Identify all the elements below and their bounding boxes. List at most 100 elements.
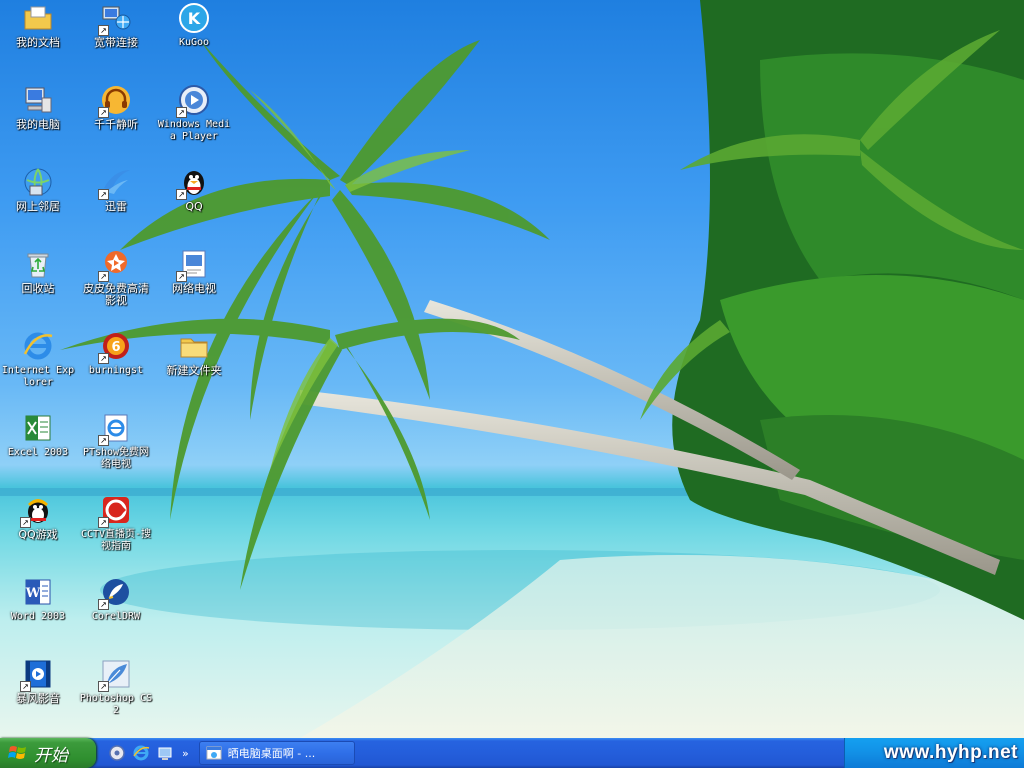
internet-explorer-icon[interactable] xyxy=(132,744,150,762)
desktop-icon-wmp[interactable]: ↗ Windows Media Player xyxy=(156,82,232,162)
folder-documents-icon xyxy=(22,2,54,34)
desktop-icon-ptshow[interactable]: ↗ PTshow免费网络电视 xyxy=(78,410,154,490)
desktop-icon-label: 皮皮免费高清影视 xyxy=(83,282,149,307)
windows-flag-icon xyxy=(8,746,26,759)
headphones-icon: ↗ xyxy=(98,84,132,118)
desktop-icon-label: Word 2003 xyxy=(10,611,66,622)
desktop-icon-net-tv[interactable]: ↗ 网络电视 xyxy=(156,246,232,326)
taskbar-window-title: 晒电脑桌面啊 - ... xyxy=(227,747,316,760)
shortcut-arrow-icon: ↗ xyxy=(98,435,109,446)
desktop-icon-label: Windows Media Player xyxy=(157,119,231,142)
desktop-icon-label: burningst xyxy=(88,365,144,376)
site-watermark: www.hyhp.net xyxy=(883,742,1018,763)
desktop-icon-photoshop[interactable]: ↗ Photoshop CS2 xyxy=(78,656,154,736)
shortcut-arrow-icon: ↗ xyxy=(98,189,109,200)
baofeng-icon: ↗ xyxy=(20,658,54,692)
desktop-icon-burning[interactable]: 6 ↗ burningst xyxy=(78,328,154,408)
internet-explorer-icon xyxy=(22,330,54,362)
desktop-icon-network-places[interactable]: 网上邻居 xyxy=(0,164,76,244)
desktop-icon-label: QQ游戏 xyxy=(18,528,58,541)
desktop-icon-cctv[interactable]: ↗ CCTV直播页-搜视指南 xyxy=(78,492,154,572)
desktop-icon-new-folder[interactable]: 新建文件夹 xyxy=(156,328,232,408)
desktop[interactable]: 我的文档 ↗ 宽带连接 K KuGoo 我的电脑 ↗ 千千静听 ↗ Windows Media P… xyxy=(0,0,1024,738)
desktop-icon-word[interactable]: W Word 2003 xyxy=(0,574,76,654)
shortcut-arrow-icon: ↗ xyxy=(98,107,109,118)
browser-window-icon xyxy=(206,746,222,760)
desktop-icon-broadband[interactable]: ↗ 宽带连接 xyxy=(78,0,154,80)
desktop-icon-label: Excel 2003 xyxy=(7,447,69,458)
shortcut-arrow-icon: ↗ xyxy=(176,107,187,118)
desktop-icon-label: 新建文件夹 xyxy=(166,364,222,377)
desktop-icon-label: 迅雷 xyxy=(105,200,127,213)
media-player-icon: ↗ xyxy=(176,84,210,118)
word-icon: W xyxy=(22,576,54,608)
shortcut-arrow-icon: ↗ xyxy=(98,681,109,692)
network-places-icon xyxy=(22,166,54,198)
desktop-icon-label: 我的电脑 xyxy=(16,118,60,131)
qq-game-icon: ↗ xyxy=(20,494,54,528)
coreldraw-icon: ↗ xyxy=(98,576,132,610)
show-desktop-icon[interactable] xyxy=(156,744,174,762)
desktop-icon-coreldraw[interactable]: ↗ CorelDRW xyxy=(78,574,154,654)
shortcut-arrow-icon: ↗ xyxy=(98,25,109,36)
pipi-video-icon: ↗ xyxy=(98,248,132,282)
quick-launch: » xyxy=(108,744,189,762)
desktop-icon-label: CCTV直播页-搜视指南 xyxy=(80,529,152,552)
desktop-icon-label: 回收站 xyxy=(21,282,55,295)
svg-text:6: 6 xyxy=(111,340,120,355)
shortcut-arrow-icon: ↗ xyxy=(98,517,109,528)
media-icon[interactable] xyxy=(108,744,126,762)
ptshow-icon: ↗ xyxy=(98,412,132,446)
burning-icon: 6 ↗ xyxy=(98,330,132,364)
shortcut-arrow-icon: ↗ xyxy=(98,353,109,364)
recycle-bin-icon xyxy=(22,248,54,280)
desktop-icon-xunlei[interactable]: ↗ 迅雷 xyxy=(78,164,154,244)
desktop-icon-recycle-bin[interactable]: 回收站 xyxy=(0,246,76,326)
desktop-icon-my-documents[interactable]: 我的文档 xyxy=(0,0,76,80)
desktop-icon-excel[interactable]: Excel 2003 xyxy=(0,410,76,490)
shortcut-arrow-icon: ↗ xyxy=(20,681,31,692)
desktop-icon-label: QQ xyxy=(185,200,203,213)
shortcut-arrow-icon: ↗ xyxy=(98,271,109,282)
desktop-icon-qq[interactable]: ↗ QQ xyxy=(156,164,232,244)
quick-launch-more-button[interactable]: » xyxy=(182,747,189,760)
cctv-icon: ↗ xyxy=(98,494,132,528)
desktop-icon-my-computer[interactable]: 我的电脑 xyxy=(0,82,76,162)
desktop-icon-kugoo[interactable]: K KuGoo xyxy=(156,0,232,80)
desktop-icon-label: PTshow免费网络电视 xyxy=(82,447,150,470)
svg-text:W: W xyxy=(25,586,41,601)
shortcut-arrow-icon: ↗ xyxy=(176,271,187,282)
desktop-icon-qq-game[interactable]: ↗ QQ游戏 xyxy=(0,492,76,572)
network-connection-icon: ↗ xyxy=(98,2,132,36)
shortcut-arrow-icon: ↗ xyxy=(20,517,31,528)
desktop-icon-label: 宽带连接 xyxy=(94,36,138,49)
kugoo-icon: K xyxy=(178,2,210,34)
desktop-icon-ie[interactable]: Internet Explorer xyxy=(0,328,76,408)
desktop-icon-label: 网上邻居 xyxy=(16,200,60,213)
start-label: 开始 xyxy=(34,745,68,765)
tv-icon: ↗ xyxy=(176,248,210,282)
shortcut-arrow-icon: ↗ xyxy=(176,189,187,200)
desktop-icon-label: 千千静听 xyxy=(94,118,138,131)
desktop-icon-label: 我的文档 xyxy=(16,36,60,49)
shortcut-arrow-icon: ↗ xyxy=(98,599,109,610)
qq-penguin-icon: ↗ xyxy=(176,166,210,200)
desktop-icon-label: 网络电视 xyxy=(172,282,216,295)
desktop-icon-baofeng[interactable]: ↗ 暴风影音 xyxy=(0,656,76,736)
desktop-icon-label: Internet Explorer xyxy=(1,365,75,388)
taskbar: 开始 » 晒电脑桌面啊 - ... xyxy=(0,738,1024,768)
desktop-icon-pipi[interactable]: ↗ 皮皮免费高清影视 xyxy=(78,246,154,326)
photoshop-feather-icon: ↗ xyxy=(98,658,132,692)
taskbar-window-button[interactable]: 晒电脑桌面啊 - ... xyxy=(198,741,355,765)
desktop-icon-label: 暴风影音 xyxy=(16,692,60,705)
start-button[interactable]: 开始 xyxy=(0,738,96,768)
desktop-icon-label: CorelDRW xyxy=(91,611,141,622)
desktop-icon-label: KuGoo xyxy=(178,37,210,48)
desktop-icon-label: Photoshop CS2 xyxy=(79,693,153,716)
desktop-icon-qianqian[interactable]: ↗ 千千静听 xyxy=(78,82,154,162)
folder-icon xyxy=(178,330,210,362)
xunlei-icon: ↗ xyxy=(98,166,132,200)
excel-icon xyxy=(22,412,54,444)
computer-icon xyxy=(22,84,54,116)
svg-text:K: K xyxy=(188,9,201,28)
